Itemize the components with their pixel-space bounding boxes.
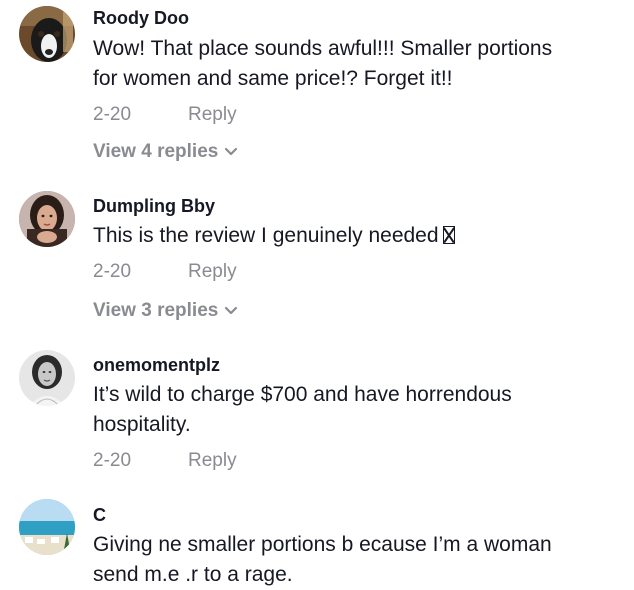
avatar[interactable] [19, 350, 75, 406]
dog-avatar-icon [19, 6, 75, 62]
comment-text-line: This is the review I genuinely needed [93, 221, 455, 251]
reply-button[interactable]: Reply [188, 261, 237, 283]
comment-date: 2-20 [93, 104, 132, 125]
comment-text-line: send m.e .r to a rage. [93, 563, 293, 586]
comment-text-line: for women and same price!? Forget it!! [93, 67, 453, 90]
view-replies-label: View 4 replies [93, 141, 219, 162]
comment-text: This is the review I genuinely needed [93, 224, 439, 247]
view-replies-button[interactable]: View 3 replies [93, 300, 238, 322]
avatar[interactable] [19, 191, 75, 247]
missing-emoji-icon [442, 226, 455, 244]
comment-meta: 2-20 Reply [93, 261, 237, 283]
reply-button[interactable]: Reply [188, 450, 237, 472]
woman-avatar-icon [19, 191, 75, 247]
avatar[interactable] [19, 499, 75, 555]
comment-date: 2-20 [93, 261, 132, 282]
chevron-down-icon [225, 147, 238, 156]
comment-meta: 2-20 Reply [93, 104, 237, 126]
comment-text-line: Giving ne smaller portions b ecause I’m … [93, 533, 552, 556]
comment-username[interactable]: onemomentplz [93, 355, 220, 376]
view-replies-label: View 3 replies [93, 300, 219, 321]
chevron-down-icon [225, 306, 238, 315]
avatar[interactable] [19, 6, 75, 62]
beach-avatar-icon [19, 499, 75, 555]
comment-username[interactable]: Roody Doo [93, 8, 189, 29]
comment-meta: 2-20 Reply [93, 450, 237, 472]
comment-text-line: hospitality. [93, 413, 191, 436]
comment-username[interactable]: C [93, 505, 106, 526]
reply-button[interactable]: Reply [188, 104, 237, 126]
comment-text-line: Wow! That place sounds awful!!! Smaller … [93, 37, 553, 60]
woman-bw-avatar-icon [19, 350, 75, 406]
comment-text-line: It’s wild to charge $700 and have horren… [93, 383, 512, 406]
comment-date: 2-20 [93, 450, 132, 471]
comment-username[interactable]: Dumpling Bby [93, 196, 215, 217]
view-replies-button[interactable]: View 4 replies [93, 141, 238, 163]
